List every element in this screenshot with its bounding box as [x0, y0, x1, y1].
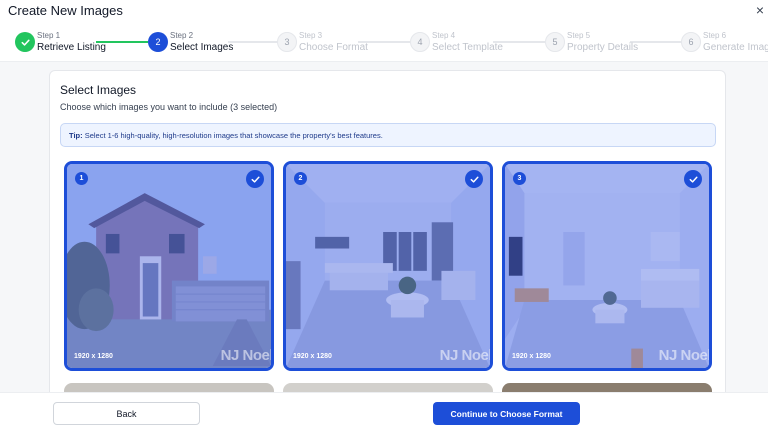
image-tile[interactable]: 3 1920 x 1280 NJ Noel [502, 161, 712, 371]
tip-text: Select 1-6 high-quality, high-resolution… [82, 131, 383, 140]
check-icon [15, 32, 35, 52]
step-circle: 2 [148, 32, 168, 52]
watermark: NJ Noel [439, 347, 492, 364]
section-title: Select Images [60, 83, 137, 97]
selection-overlay [505, 164, 709, 368]
select-images-card: Select Images Choose which images you wa… [49, 70, 726, 400]
check-icon [684, 170, 702, 188]
stepper: Step 1 Retrieve Listing 2 Step 2 Select … [0, 26, 768, 60]
step-label: Select Images [170, 42, 234, 53]
back-button[interactable]: Back [53, 402, 200, 425]
modal-header: Create New Images × [0, 0, 768, 22]
step-number: Step 1 [37, 31, 61, 40]
step-label: Retrieve Listing [37, 42, 106, 53]
step-number: Step 2 [170, 31, 194, 40]
tip-banner: Tip: Select 1-6 high-quality, high-resol… [60, 123, 716, 147]
selection-order-badge: 1 [75, 172, 88, 185]
step-number: Step 6 [703, 31, 727, 40]
image-dimensions: 1920 x 1280 [512, 353, 551, 360]
step-label: Property Details [567, 42, 639, 53]
modal-footer: Back Continue to Choose Format [0, 392, 768, 431]
check-icon [465, 170, 483, 188]
modal-title: Create New Images [8, 3, 123, 18]
image-dimensions: 1920 x 1280 [74, 353, 113, 360]
step-number: Step 3 [299, 31, 323, 40]
tip-label: Tip: [69, 131, 83, 140]
step-circle: 3 [277, 32, 297, 52]
image-dimensions: 1920 x 1280 [293, 353, 332, 360]
step-label: Choose Format [299, 42, 368, 53]
watermark: NJ Noel [220, 347, 273, 364]
watermark: NJ Noel [658, 347, 711, 364]
check-icon [246, 170, 264, 188]
close-icon[interactable]: × [753, 2, 767, 18]
stepper-connector [228, 41, 278, 43]
step-label: Generate Images [703, 42, 768, 53]
step-circle: 6 [681, 32, 701, 52]
step-label: Select Template [432, 42, 503, 53]
image-tile[interactable]: 2 1920 x 1280 NJ Noel [283, 161, 493, 371]
step-circle: 5 [545, 32, 565, 52]
step-circle: 4 [410, 32, 430, 52]
selection-order-badge: 2 [294, 172, 307, 185]
step-number: Step 4 [432, 31, 456, 40]
selection-overlay [67, 164, 271, 368]
section-subtitle: Choose which images you want to include … [60, 102, 278, 112]
step-number: Step 5 [567, 31, 591, 40]
image-grid: 1 1920 x 1280 NJ Noel 2 1920 x 1280 NJ N… [64, 161, 714, 399]
selection-order-badge: 3 [513, 172, 526, 185]
selection-overlay [286, 164, 490, 368]
image-tile[interactable]: 1 1920 x 1280 NJ Noel [64, 161, 274, 371]
continue-button[interactable]: Continue to Choose Format [433, 402, 580, 425]
